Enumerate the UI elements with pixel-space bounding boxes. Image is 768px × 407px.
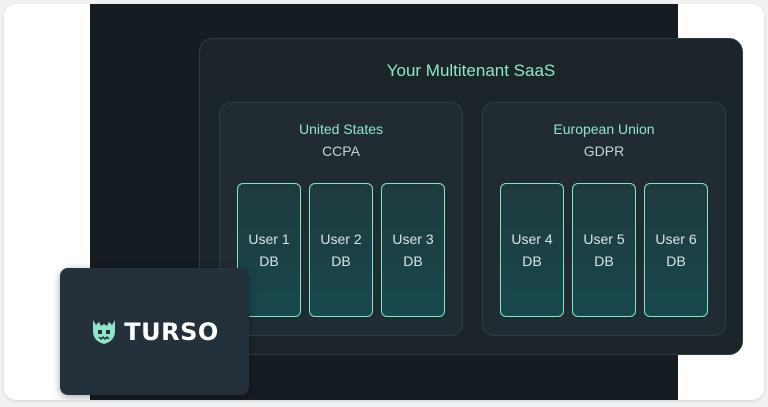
turso-creature-icon [93,319,116,344]
db-label: User 2 [320,231,362,247]
db-label: User 4 [511,231,553,247]
db-sublabel: DB [522,253,542,269]
db-sublabel: DB [259,253,279,269]
db-sublabel: DB [666,253,686,269]
user-db-6: User 6 DB [644,183,708,317]
region-united-states: United States CCPA User 1 DB User 2 DB U… [219,102,463,336]
db-sublabel: DB [594,253,614,269]
saas-container: Your Multitenant SaaS United States CCPA… [199,38,743,355]
db-label: User 5 [583,231,625,247]
user-db-2: User 2 DB [309,183,373,317]
user-db-5: User 5 DB [572,183,636,317]
region-european-union: European Union GDPR User 4 DB User 5 DB … [482,102,726,336]
diagram-card: Your Multitenant SaaS United States CCPA… [4,4,764,400]
db-sublabel: DB [403,253,423,269]
region-regulation: GDPR [583,143,625,159]
user-db-3: User 3 DB [381,183,445,317]
region-name: European Union [553,121,655,137]
db-label: User 1 [248,231,290,247]
db-label: User 6 [655,231,697,247]
saas-title: Your Multitenant SaaS [386,61,556,80]
user-db-4: User 4 DB [500,183,564,317]
turso-wordmark: TURSO [124,317,219,346]
region-regulation: CCPA [322,143,360,159]
region-name: United States [298,121,384,137]
db-sublabel: DB [331,253,351,269]
db-label: User 3 [392,231,434,247]
turso-logo-badge: TURSO [60,268,249,395]
